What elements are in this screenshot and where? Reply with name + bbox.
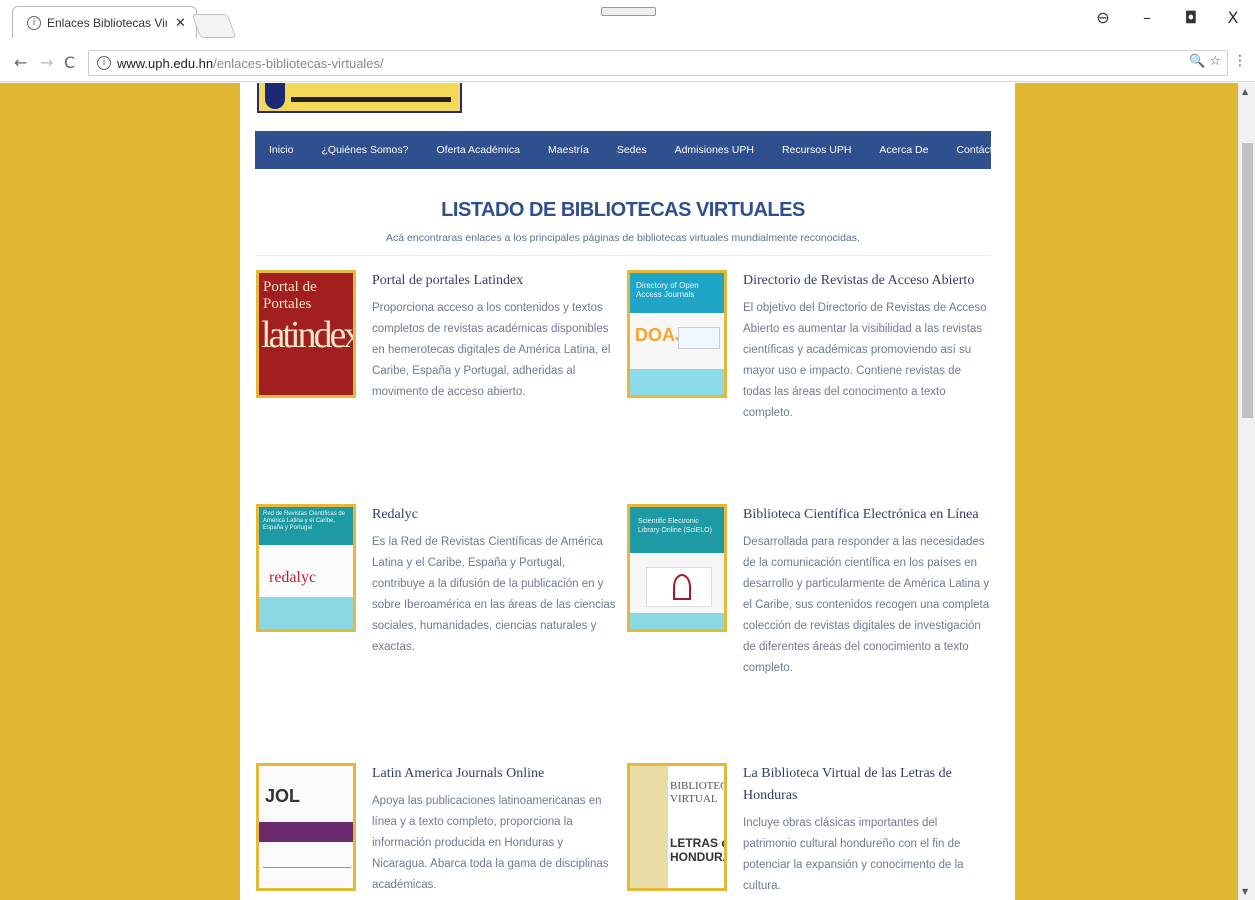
url-host: www.uph.edu.hn [117, 55, 214, 71]
nav-sedes[interactable]: Sedes [617, 144, 647, 156]
main-nav: Inicio ¿Quiénes Somos? Oferta Académica … [255, 131, 1015, 169]
browser-toolbar: ← → C i www.uph.edu.hn/enlaces-bibliotec… [0, 44, 1255, 82]
url-path: /enlaces-bibliotecas-virtuales/ [213, 55, 384, 71]
nav-contactenos[interactable]: Contáctenos [956, 144, 1015, 156]
card-title[interactable]: Portal de portales Latindex [372, 270, 617, 292]
tab-close-button[interactable]: ✕ [175, 15, 186, 31]
page-viewport: Inicio ¿Quiénes Somos? Oferta Académica … [0, 83, 1255, 900]
thumb-text: Scientific Electronic Library Online (Sc… [630, 507, 724, 553]
account-icon[interactable]: ⊖ [1088, 8, 1118, 27]
back-button[interactable]: ← [14, 53, 27, 72]
card-description: Incluye obras clásicas importantes del p… [743, 817, 964, 892]
latindex-thumbnail[interactable]: Portal de Portales latindex [256, 270, 356, 398]
card-description: Proporciona acceso a los contenidos y te… [372, 302, 611, 398]
thumb-text: Red de Revistas Científicas de América L… [259, 507, 353, 545]
jol-thumbnail[interactable]: JOL [256, 763, 356, 891]
thumb-graphic [263, 858, 351, 868]
zoom-bookmark-icons[interactable]: 🔍 ☆ [1189, 54, 1221, 69]
nav-maestria[interactable]: Maestría [548, 144, 589, 156]
address-bar[interactable]: i www.uph.edu.hn/enlaces-bibliotecas-vir… [88, 50, 1228, 76]
nav-acerca-de[interactable]: Acerca De [879, 144, 928, 156]
nav-inicio[interactable]: Inicio [269, 144, 294, 156]
thumb-text: Directory of Open Access Journals [630, 273, 724, 313]
thumb-graphic [630, 369, 724, 395]
thumb-text: JOL [265, 786, 301, 806]
thumb-graphic [259, 597, 353, 629]
nav-quienes-somos[interactable]: ¿Quiénes Somos? [322, 144, 409, 156]
thumb-text: latindex [261, 314, 356, 356]
reload-button[interactable]: C [64, 53, 75, 72]
card-description: Desarrollada para responder a las necesi… [743, 536, 990, 674]
vertical-scrollbar[interactable]: ▲ ▼ [1238, 83, 1255, 900]
thumb-graphic [630, 613, 724, 629]
logo-bar [291, 97, 451, 102]
site-info-icon[interactable]: i [97, 56, 111, 70]
new-tab-button[interactable] [191, 14, 237, 38]
thumb-graphic [630, 766, 668, 888]
card-title[interactable]: Directorio de Revistas de Acceso Abierto [743, 270, 988, 292]
card-title[interactable]: La Biblioteca Virtual de las Letras de H… [743, 763, 988, 807]
scroll-up-icon[interactable]: ▲ [1242, 87, 1248, 96]
divider [255, 255, 991, 256]
page-content: Inicio ¿Quiénes Somos? Oferta Académica … [240, 83, 1015, 900]
close-window-button[interactable]: X [1218, 8, 1248, 27]
redalyc-thumbnail[interactable]: Red de Revistas Científicas de América L… [256, 504, 356, 632]
card-title[interactable]: Biblioteca Científica Electrónica en Lín… [743, 504, 988, 526]
window-drag-handle[interactable] [601, 7, 656, 16]
browser-menu-icon[interactable]: ⋮ [1233, 53, 1247, 69]
page-subtitle: Acá encontraras enlaces a los principale… [386, 232, 860, 244]
thumb-graphic [259, 822, 353, 842]
nav-admisiones[interactable]: Admisiones UPH [675, 144, 754, 156]
minimize-button[interactable]: – [1132, 8, 1162, 27]
thumb-graphic [646, 567, 712, 607]
thumb-text: LETRAS de HONDURAS [670, 836, 724, 864]
doaj-thumbnail[interactable]: Directory of Open Access Journals DOAJ [627, 270, 727, 398]
scielo-thumbnail[interactable]: Scientific Electronic Library Online (Sc… [627, 504, 727, 632]
tab-title: Enlaces Bibliotecas Virtua [47, 15, 167, 30]
thumb-text: Portal de Portales [263, 279, 317, 312]
scroll-down-icon[interactable]: ▼ [1242, 887, 1248, 896]
page-title: LISTADO DE BIBLIOTECAS VIRTUALES [441, 199, 805, 221]
thumb-graphic [678, 327, 720, 349]
nav-oferta-academica[interactable]: Oferta Académica [436, 144, 519, 156]
thumb-text: BIBLIOTECA VIRTUAL [670, 780, 727, 805]
thumb-text: redalyc [269, 569, 317, 586]
card-description: El objetivo del Directorio de Revistas d… [743, 302, 987, 419]
crest-icon [265, 83, 285, 109]
card-description: Es la Red de Revistas Científicas de Amé… [372, 536, 616, 653]
info-icon: i [27, 15, 41, 30]
nav-recursos[interactable]: Recursos UPH [782, 144, 851, 156]
forward-button[interactable]: → [40, 53, 53, 72]
bvl-honduras-thumbnail[interactable]: BIBLIOTECA VIRTUAL LETRAS de HONDURAS [627, 763, 727, 891]
browser-tab[interactable]: i Enlaces Bibliotecas Virtua ✕ [12, 6, 197, 38]
restore-button[interactable]: ◘ [1176, 8, 1206, 27]
card-title[interactable]: Redalyc [372, 504, 617, 526]
card-description: Apoya las publicaciones latinoamericanas… [372, 795, 609, 891]
browser-tabstrip: i Enlaces Bibliotecas Virtua ✕ ⊖ – ◘ X [0, 0, 1255, 44]
card-title[interactable]: Latin America Journals Online [372, 763, 617, 785]
site-logo[interactable] [257, 83, 462, 113]
scrollbar-thumb[interactable] [1242, 143, 1253, 418]
